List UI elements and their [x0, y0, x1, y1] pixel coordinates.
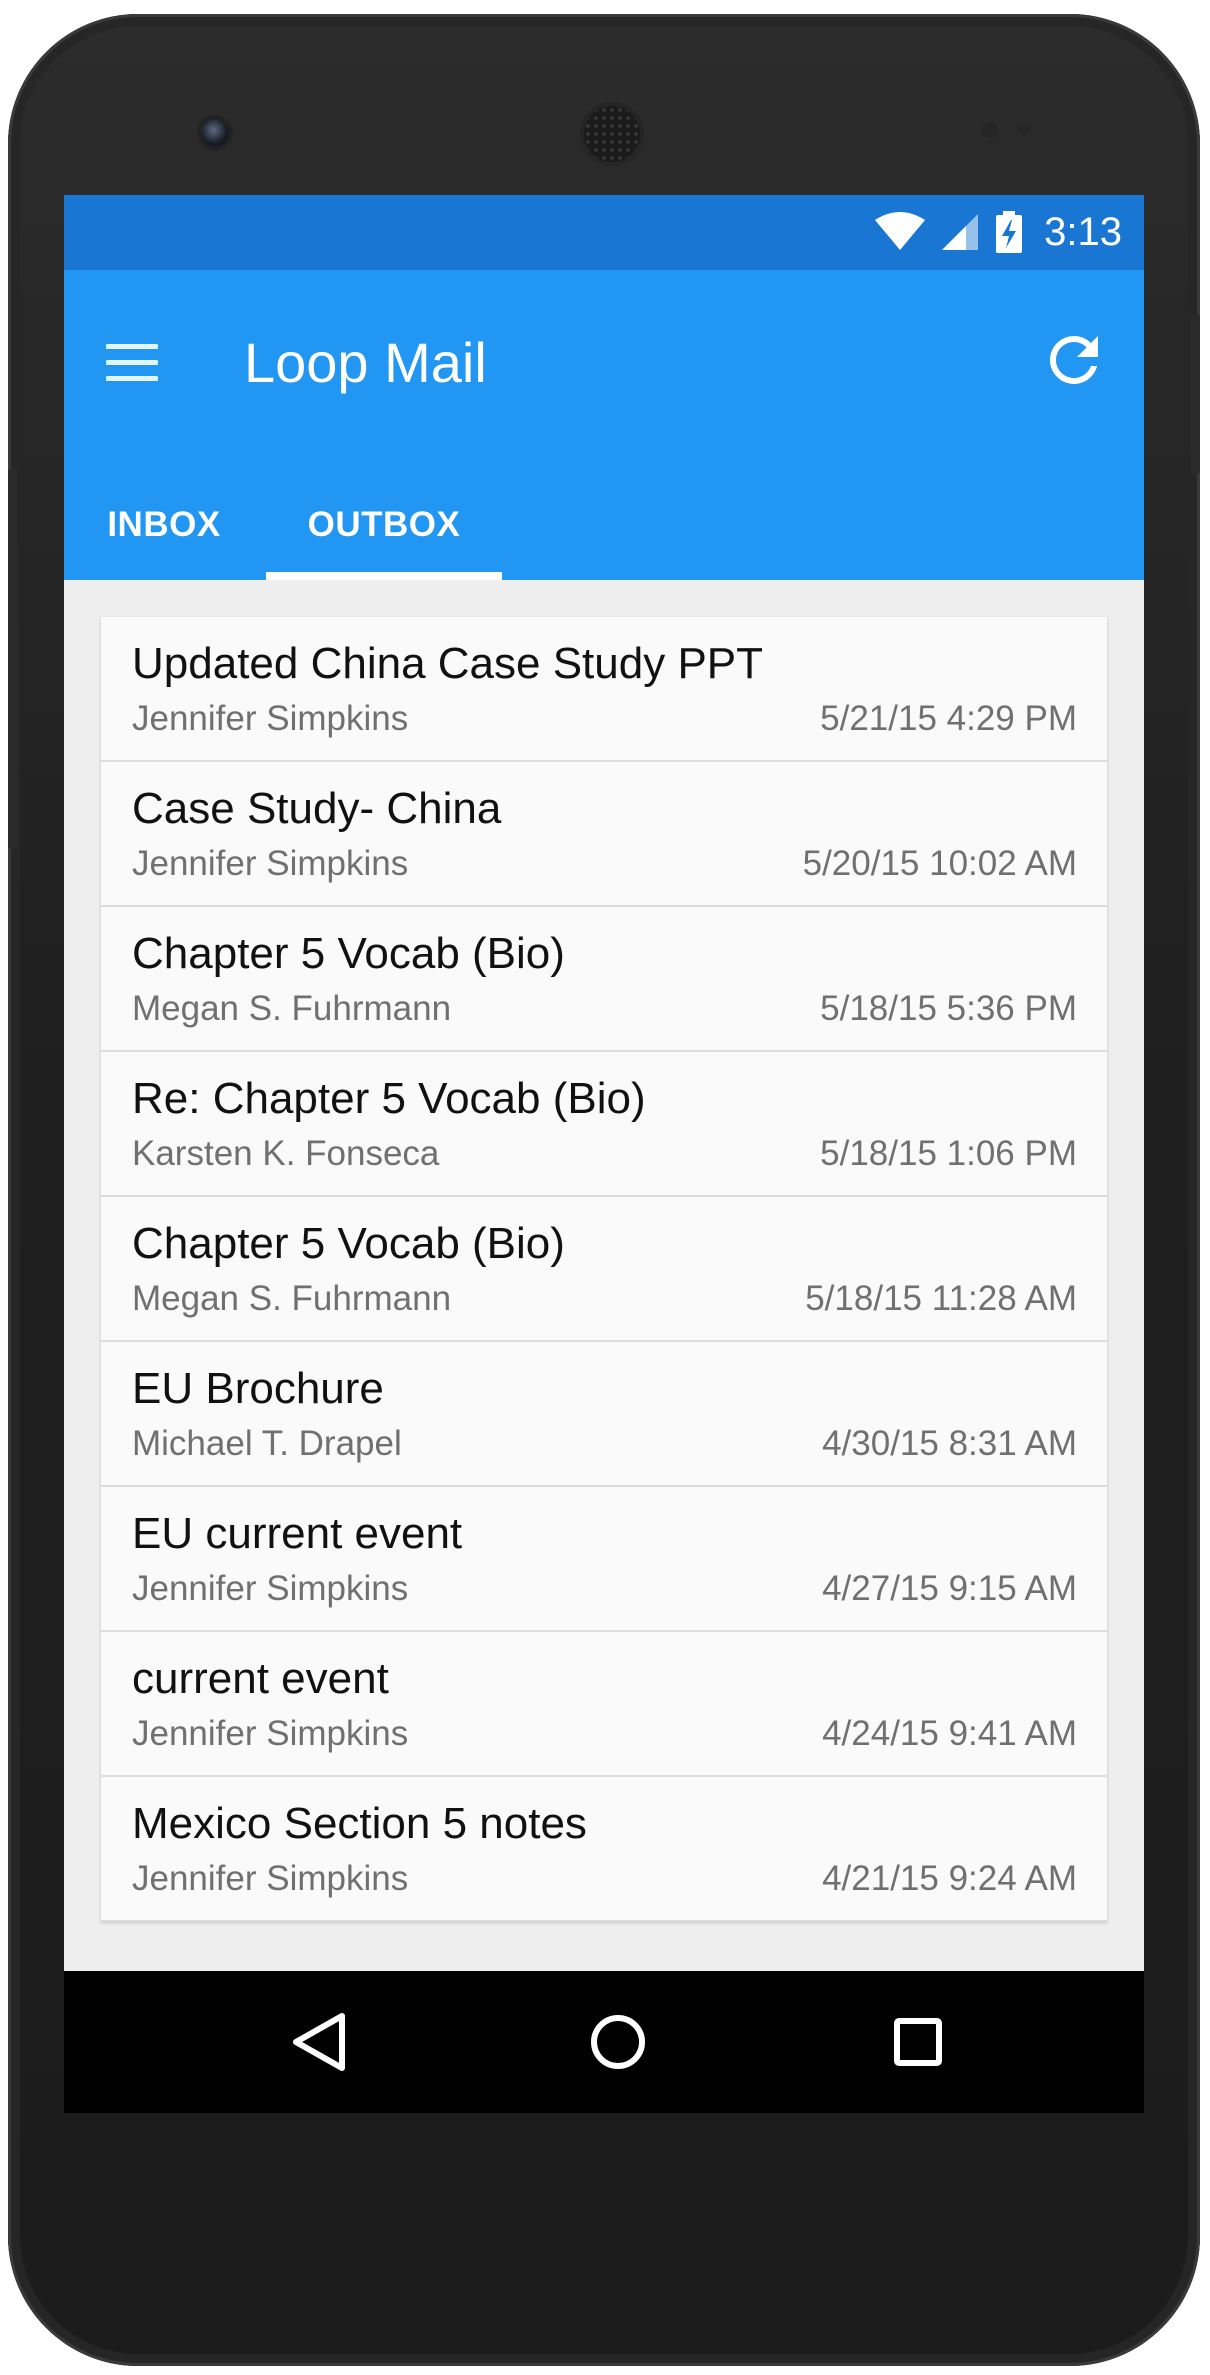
home-icon	[591, 2015, 645, 2069]
mail-subject: EU Brochure	[132, 1364, 384, 1413]
mail-subject: EU current event	[132, 1509, 463, 1558]
proximity-sensor	[982, 122, 998, 138]
mail-date: 4/30/15 8:31 AM	[822, 1424, 1077, 1463]
mail-subject: Re: Chapter 5 Vocab (Bio)	[132, 1074, 646, 1123]
mail-subject: Chapter 5 Vocab (Bio)	[132, 1219, 565, 1268]
mail-subject: current event	[132, 1654, 389, 1703]
mail-item[interactable]: Chapter 5 Vocab (Bio) Megan S. Fuhrmann …	[101, 907, 1107, 1052]
mail-subject: Mexico Section 5 notes	[132, 1799, 587, 1848]
mail-sender: Jennifer Simpkins	[132, 1569, 409, 1608]
mail-list: Updated China Case Study PPT Jennifer Si…	[101, 617, 1107, 1922]
mail-date: 5/18/15 11:28 AM	[805, 1279, 1077, 1318]
mail-item[interactable]: Re: Chapter 5 Vocab (Bio) Karsten K. Fon…	[101, 1052, 1107, 1197]
device-stage: 3:13 Loop Mail INBOX OUTBOX Updated Chin…	[0, 0, 1210, 2375]
earpiece-speaker	[584, 106, 640, 162]
mail-item[interactable]: EU Brochure Michael T. Drapel 4/30/15 8:…	[101, 1342, 1107, 1487]
mail-date: 5/20/15 10:02 AM	[802, 844, 1077, 883]
tab-selection-indicator	[266, 572, 502, 580]
mail-subject: Chapter 5 Vocab (Bio)	[132, 929, 565, 978]
mail-sender: Jennifer Simpkins	[132, 1714, 409, 1753]
back-button[interactable]	[268, 1992, 368, 2092]
mail-item[interactable]: EU current event Jennifer Simpkins 4/27/…	[101, 1487, 1107, 1632]
mail-sender: Megan S. Fuhrmann	[132, 989, 452, 1028]
mail-item[interactable]: Updated China Case Study PPT Jennifer Si…	[101, 617, 1107, 762]
mail-subject: Case Study- China	[132, 784, 502, 833]
app-bar: Loop Mail INBOX OUTBOX	[64, 270, 1144, 580]
recent-apps-icon	[894, 2018, 942, 2066]
mail-sender: Jennifer Simpkins	[132, 1859, 409, 1898]
mail-date: 4/21/15 9:24 AM	[822, 1859, 1077, 1898]
mail-date: 4/27/15 9:15 AM	[822, 1569, 1077, 1608]
mail-sender: Karsten K. Fonseca	[132, 1134, 440, 1173]
mail-date: 5/18/15 1:06 PM	[820, 1134, 1077, 1173]
mail-sender: Jennifer Simpkins	[132, 844, 409, 883]
status-time: 3:13	[1044, 209, 1122, 254]
front-camera	[201, 119, 229, 147]
mail-item[interactable]: Chapter 5 Vocab (Bio) Megan S. Fuhrmann …	[101, 1197, 1107, 1342]
tab-bar: INBOX OUTBOX	[64, 470, 1144, 580]
battery-charging-icon	[996, 211, 1023, 253]
mail-date: 5/18/15 5:36 PM	[820, 989, 1077, 1028]
light-sensor	[1018, 124, 1030, 136]
mail-sender: Jennifer Simpkins	[132, 699, 409, 738]
back-icon	[293, 2013, 345, 2071]
refresh-button[interactable]	[1038, 324, 1110, 396]
refresh-icon	[1049, 335, 1098, 384]
mail-date: 5/21/15 4:29 PM	[820, 699, 1077, 738]
recent-apps-button[interactable]	[868, 1992, 968, 2092]
mail-subject: Updated China Case Study PPT	[132, 639, 764, 688]
tab-outbox[interactable]: OUTBOX	[264, 470, 504, 580]
phone-screen: 3:13 Loop Mail INBOX OUTBOX Updated Chin…	[64, 195, 1144, 2113]
home-button[interactable]	[568, 1992, 668, 2092]
mail-item[interactable]: Mexico Section 5 notes Jennifer Simpkins…	[101, 1777, 1107, 1922]
power-button	[1190, 314, 1200, 474]
mail-sender: Megan S. Fuhrmann	[132, 1279, 452, 1318]
volume-button	[8, 469, 18, 849]
app-title: Loop Mail	[244, 331, 487, 394]
status-icons: 3:13	[874, 207, 1122, 257]
wifi-icon	[875, 212, 926, 250]
mail-item[interactable]: Case Study- China Jennifer Simpkins 5/20…	[101, 762, 1107, 907]
tab-inbox[interactable]: INBOX	[64, 470, 264, 580]
status-bar: 3:13	[64, 195, 1144, 270]
mail-item[interactable]: current event Jennifer Simpkins 4/24/15 …	[101, 1632, 1107, 1777]
mail-date: 4/24/15 9:41 AM	[822, 1714, 1077, 1753]
menu-button[interactable]	[100, 330, 164, 394]
mail-sender: Michael T. Drapel	[132, 1424, 402, 1463]
signal-icon	[942, 214, 979, 250]
navigation-bar	[64, 1971, 1144, 2113]
